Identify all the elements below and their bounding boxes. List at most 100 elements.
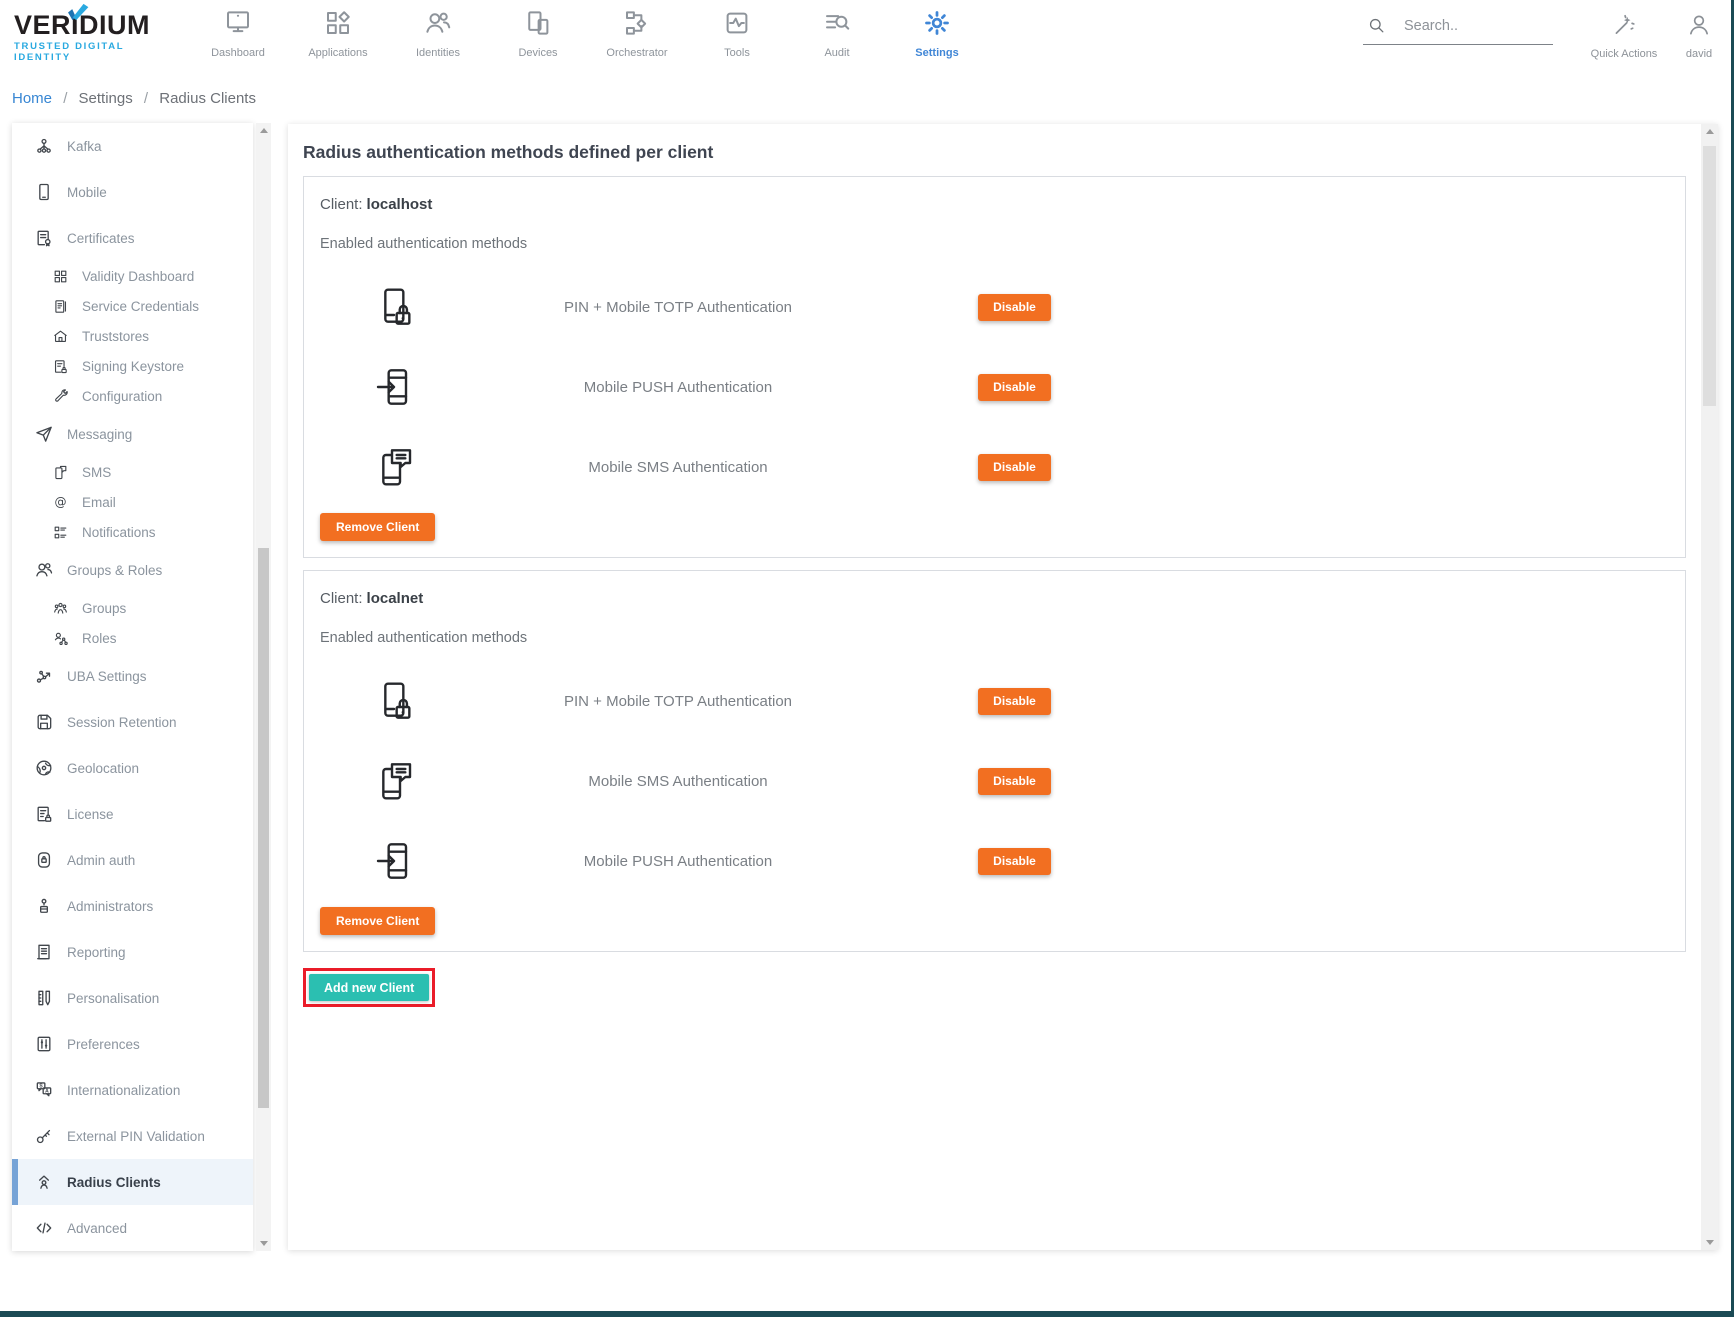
disable-button[interactable]: Disable bbox=[978, 688, 1051, 715]
quick-actions-button[interactable]: Quick Actions bbox=[1578, 12, 1670, 60]
sidebar-item-label: Kafka bbox=[67, 139, 102, 154]
sidebar-item-label: Administrators bbox=[67, 899, 153, 914]
disable-button[interactable]: Disable bbox=[978, 848, 1051, 875]
disable-button[interactable]: Disable bbox=[978, 768, 1051, 795]
main-panel: Radius authentication methods defined pe… bbox=[288, 124, 1718, 1250]
sidebar-item-advanced[interactable]: Advanced bbox=[12, 1205, 253, 1251]
method-row-mobile-push-authentication: Mobile PUSH AuthenticationDisable bbox=[304, 347, 1685, 427]
sidebar-item-administrators[interactable]: Administrators bbox=[12, 883, 253, 929]
method-row-mobile-sms-authentication: Mobile SMS AuthenticationDisable bbox=[304, 427, 1685, 507]
sidebar-item-sms[interactable]: SMS bbox=[12, 457, 253, 487]
disable-button[interactable]: Disable bbox=[978, 374, 1051, 401]
logo-check-icon bbox=[67, 3, 89, 21]
main-scrollbar[interactable] bbox=[1701, 124, 1718, 1250]
user-icon bbox=[1686, 12, 1712, 38]
method-label: PIN + Mobile TOTP Authentication bbox=[418, 299, 938, 316]
sidebar-item-reporting[interactable]: Reporting bbox=[12, 929, 253, 975]
settings-icon bbox=[922, 8, 952, 38]
quick-actions-label: Quick Actions bbox=[1578, 48, 1670, 60]
nav-orchestrator[interactable]: Orchestrator bbox=[592, 8, 682, 59]
sidebar-scrollbar-thumb[interactable] bbox=[258, 548, 269, 1108]
sidebar-item-notifications[interactable]: Notifications bbox=[12, 517, 253, 547]
kafka-icon bbox=[34, 136, 54, 156]
sidebar-item-label: Service Credentials bbox=[82, 299, 199, 314]
disable-button[interactable]: Disable bbox=[978, 454, 1051, 481]
sidebar-item-label: Truststores bbox=[82, 329, 149, 344]
remove-client-button[interactable]: Remove Client bbox=[320, 513, 435, 541]
breadcrumb-home[interactable]: Home bbox=[12, 90, 52, 107]
breadcrumb-separator: / bbox=[63, 90, 67, 107]
add-new-client-button[interactable]: Add new Client bbox=[309, 974, 429, 1001]
client-name-line: Client:localnet bbox=[320, 587, 1685, 611]
user-menu[interactable]: david bbox=[1668, 12, 1730, 60]
sidebar-item-preferences[interactable]: Preferences bbox=[12, 1021, 253, 1067]
sidebar-item-signing-keystore[interactable]: Signing Keystore bbox=[12, 351, 253, 381]
remove-client-button[interactable]: Remove Client bbox=[320, 907, 435, 935]
sidebar-menu: Kafka MobileCertificatesValidity Dashboar… bbox=[12, 123, 253, 1251]
sidebar-item-certificates[interactable]: Certificates bbox=[12, 215, 253, 261]
enabled-methods-label: Enabled authentication methods bbox=[320, 233, 1685, 255]
sidebar-item-personalisation[interactable]: Personalisation bbox=[12, 975, 253, 1021]
sidebar-item-internationalization[interactable]: SAInternationalization bbox=[12, 1067, 253, 1113]
page-title: Radius authentication methods defined pe… bbox=[303, 140, 1686, 164]
configuration-icon bbox=[52, 388, 69, 405]
breadcrumb-separator: / bbox=[144, 90, 148, 107]
certificates-icon bbox=[34, 228, 54, 248]
sidebar-item-roles[interactable]: Roles bbox=[12, 623, 253, 653]
nav-identities[interactable]: Identities bbox=[393, 8, 483, 59]
nav-label: Devices bbox=[493, 47, 583, 59]
sidebar-item-label: Reporting bbox=[67, 945, 126, 960]
sidebar-item-session-retention[interactable]: Session Retention bbox=[12, 699, 253, 745]
main-scrollbar-thumb[interactable] bbox=[1703, 146, 1716, 406]
veridium-logo[interactable]: VERIDIUM TRUSTED DIGITAL IDENTITY bbox=[14, 10, 184, 63]
sidebar-item-license[interactable]: License bbox=[12, 791, 253, 837]
scroll-up-arrow-icon[interactable] bbox=[1706, 129, 1714, 134]
nav-label: Orchestrator bbox=[592, 47, 682, 59]
sidebar-item-validity-dashboard[interactable]: Validity Dashboard bbox=[12, 261, 253, 291]
nav-dashboard[interactable]: Dashboard bbox=[193, 8, 283, 59]
nav-tools[interactable]: Tools bbox=[692, 8, 782, 59]
methods-list: PIN + Mobile TOTP AuthenticationDisableM… bbox=[304, 267, 1685, 507]
geolocation-icon bbox=[34, 758, 54, 778]
sidebar-item-kafka[interactable]: Kafka bbox=[12, 123, 253, 169]
disable-button[interactable]: Disable bbox=[978, 294, 1051, 321]
sidebar-item-label: Geolocation bbox=[67, 761, 139, 776]
scroll-down-arrow-icon[interactable] bbox=[260, 1241, 268, 1246]
sidebar-item-uba-settings[interactable]: UBA Settings bbox=[12, 653, 253, 699]
sidebar-item-mobile[interactable]: Mobile bbox=[12, 169, 253, 215]
sidebar-item-messaging[interactable]: Messaging bbox=[12, 411, 253, 457]
client-name: localhost bbox=[367, 196, 433, 213]
method-label: PIN + Mobile TOTP Authentication bbox=[418, 693, 938, 710]
sidebar-item-external-pin-validation[interactable]: External PIN Validation bbox=[12, 1113, 253, 1159]
administrators-icon bbox=[34, 896, 54, 916]
search-input[interactable] bbox=[1402, 17, 1546, 35]
sidebar-item-configuration[interactable]: Configuration bbox=[12, 381, 253, 411]
nav-applications[interactable]: Applications bbox=[293, 8, 383, 59]
sidebar-item-admin-auth[interactable]: Admin auth bbox=[12, 837, 253, 883]
breadcrumb-settings[interactable]: Settings bbox=[79, 90, 133, 107]
sidebar-item-truststores[interactable]: Truststores bbox=[12, 321, 253, 351]
scroll-up-arrow-icon[interactable] bbox=[260, 128, 268, 133]
nav-audit[interactable]: Audit bbox=[792, 8, 882, 59]
sidebar-item-label: Session Retention bbox=[67, 715, 177, 730]
nav-settings[interactable]: Settings bbox=[892, 8, 982, 59]
search-box[interactable] bbox=[1363, 16, 1553, 45]
sidebar-item-radius-clients[interactable]: Radius Clients bbox=[12, 1159, 253, 1205]
method-label: Mobile PUSH Authentication bbox=[418, 853, 938, 870]
client-card-localnet: Client:localnetEnabled authentication me… bbox=[303, 570, 1686, 952]
sidebar-item-label: Roles bbox=[82, 631, 117, 646]
sidebar-scrollbar[interactable] bbox=[256, 123, 271, 1251]
sidebar-item-geolocation[interactable]: Geolocation bbox=[12, 745, 253, 791]
tools-icon bbox=[722, 8, 752, 38]
sidebar-item-email[interactable]: @Email bbox=[12, 487, 253, 517]
sidebar-item-groups[interactable]: Groups bbox=[12, 593, 253, 623]
sidebar-item-groups-roles[interactable]: Groups & Roles bbox=[12, 547, 253, 593]
sidebar-item-label: External PIN Validation bbox=[67, 1129, 205, 1144]
sidebar-item-service-credentials[interactable]: Service Credentials bbox=[12, 291, 253, 321]
sidebar-item-label: Signing Keystore bbox=[82, 359, 184, 374]
sidebar-item-label: Groups & Roles bbox=[67, 563, 162, 578]
sidebar-item-label: Notifications bbox=[82, 525, 156, 540]
breadcrumb: Home / Settings / Radius Clients bbox=[12, 90, 256, 107]
scroll-down-arrow-icon[interactable] bbox=[1706, 1240, 1714, 1245]
nav-devices[interactable]: Devices bbox=[493, 8, 583, 59]
